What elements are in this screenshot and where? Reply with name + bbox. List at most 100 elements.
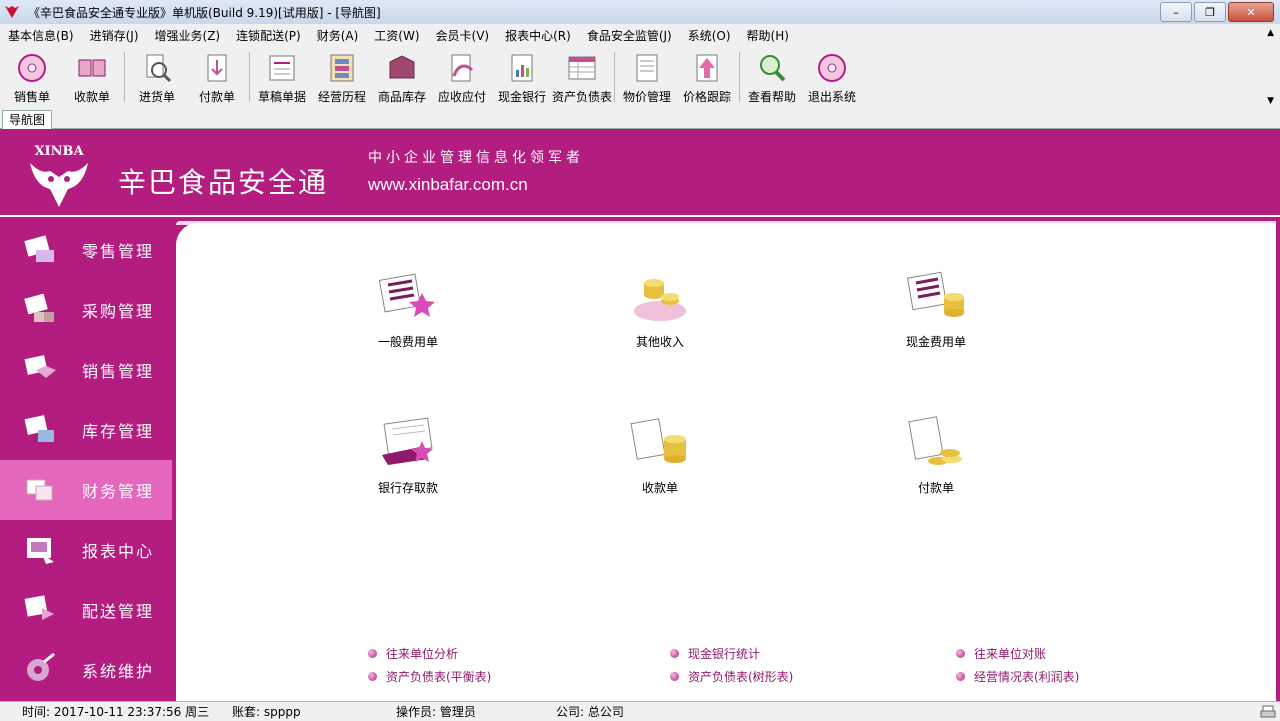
sidebar-item-report[interactable]: 报表中心 — [0, 520, 172, 580]
main-area: XINBA 辛巴食品安全通 中小企业管理信息化领军者 www.xinbafar.… — [0, 129, 1280, 701]
menu-finance[interactable]: 财务(A) — [309, 27, 367, 44]
receivable-icon — [451, 54, 474, 82]
window-title: 《辛巴食品安全通专业版》单机版(Build 9.19)[试用版] - [导航图] — [28, 5, 381, 20]
toolbar-balance-sheet-button[interactable]: 资产负债表 — [552, 52, 612, 105]
brand-name: 辛巴食品安全通 — [118, 166, 329, 199]
content-item-collection[interactable]: 收款单 — [600, 415, 720, 496]
toolbar-history-button[interactable]: 经营历程 — [312, 52, 372, 105]
sidebar-item-maintenance[interactable]: 系统维护 — [0, 640, 172, 700]
exit-icon — [818, 54, 846, 82]
toolbar-overflow-icon[interactable]: ▼ — [1267, 96, 1274, 106]
sales-order-icon — [18, 54, 46, 82]
cash-expense-icon — [906, 271, 964, 317]
menu-food-safety[interactable]: 食品安全监管(J) — [579, 27, 680, 44]
toolbar-exit-button[interactable]: 退出系统 — [802, 52, 862, 105]
stock-icon — [24, 415, 54, 442]
sales-icon — [24, 355, 56, 378]
content-item-general-expense[interactable]: 一般费用单 — [348, 269, 468, 350]
toolbar-payment-button[interactable]: 付款单 — [187, 52, 247, 105]
general-expense-icon — [378, 273, 435, 317]
menu-overflow-icon[interactable]: ▲ — [1267, 28, 1274, 38]
collection-icon — [630, 418, 686, 463]
sidebar-item-stock[interactable]: 库存管理 — [0, 400, 172, 460]
content-item-cash-expense[interactable]: 现金费用单 — [876, 269, 996, 350]
other-income-icon — [634, 279, 686, 321]
menu-help[interactable]: 帮助(H) — [739, 27, 797, 44]
status-account: 账套: spppp — [232, 705, 301, 719]
link-balance-sheet-tree[interactable]: 资产负债表(树形表) — [670, 668, 793, 685]
payment-icon — [207, 54, 227, 82]
procurement-icon — [24, 293, 54, 322]
toolbar: 销售单 收款单 进货单 付款单 草稿单据 经营历程 商品库存 应收应付 现金银行… — [0, 46, 1280, 108]
bullet-icon — [670, 672, 679, 681]
status-operator: 操作员: 管理员 — [396, 705, 476, 719]
link-balance-sheet-balanced[interactable]: 资产负债表(平衡表) — [368, 668, 491, 685]
toolbar-receipt-button[interactable]: 收款单 — [62, 52, 122, 105]
toolbar-sales-order-button[interactable]: 销售单 — [2, 52, 62, 105]
bullet-icon — [670, 649, 679, 658]
menu-bar: 基本信息(B) 进销存(J) 增强业务(Z) 连锁配送(P) 财务(A) 工资(… — [0, 24, 1280, 46]
svg-text:XINBA: XINBA — [34, 144, 84, 159]
toolbar-draft-button[interactable]: 草稿单据 — [252, 52, 312, 105]
help-icon — [760, 55, 786, 82]
sidebar: 零售管理 采购管理 销售管理 库存管理 财务管理 报表中心 配送管理 系统维护 — [0, 220, 172, 701]
bullet-icon — [368, 649, 377, 658]
delivery-icon — [24, 595, 54, 620]
xinba-logo-icon: XINBA — [30, 144, 88, 207]
menu-purchase-sales-stock[interactable]: 进销存(J) — [82, 27, 147, 44]
sidebar-item-delivery[interactable]: 配送管理 — [0, 580, 172, 640]
slogan: 中小企业管理信息化领军者 — [368, 150, 584, 166]
bullet-icon — [956, 672, 965, 681]
status-company: 公司: 总公司 — [556, 705, 624, 719]
sidebar-item-sales[interactable]: 销售管理 — [0, 340, 172, 400]
sidebar-item-finance[interactable]: 财务管理 — [0, 460, 172, 520]
toolbar-help-button[interactable]: 查看帮助 — [742, 52, 802, 105]
link-partner-analysis[interactable]: 往来单位分析 — [368, 645, 458, 662]
menu-report-center[interactable]: 报表中心(R) — [497, 27, 579, 44]
title-bar: 《辛巴食品安全通专业版》单机版(Build 9.19)[试用版] - [导航图]… — [0, 0, 1280, 24]
restore-button[interactable]: ❐ — [1194, 2, 1226, 22]
status-bar: 时间: 2017-10-11 23:37:56 周三 账套: spppp 操作员… — [0, 701, 1280, 721]
content-item-bank-deposit[interactable]: 银行存取款 — [348, 415, 468, 496]
link-cash-bank-stats[interactable]: 现金银行统计 — [670, 645, 760, 662]
content-item-other-income[interactable]: 其他收入 — [600, 269, 720, 350]
menu-basic-info[interactable]: 基本信息(B) — [0, 27, 82, 44]
status-time: 时间: 2017-10-11 23:37:56 周三 — [22, 705, 210, 719]
content-panel: 一般费用单 其他收入 现金费用单 银行存取款 收款单 付款单 往来单位分析 现金… — [176, 223, 1276, 701]
printer-icon[interactable] — [1260, 704, 1276, 720]
history-icon — [330, 54, 354, 82]
link-income-statement[interactable]: 经营情况表(利润表) — [956, 668, 1079, 685]
sidebar-item-retail[interactable]: 零售管理 — [0, 220, 172, 280]
tab-bar: 导航图 — [0, 108, 1280, 129]
toolbar-inventory-button[interactable]: 商品库存 — [372, 52, 432, 105]
toolbar-price-manage-button[interactable]: 物价管理 — [617, 52, 677, 105]
menu-enhanced-business[interactable]: 增强业务(Z) — [147, 27, 229, 44]
app-logo-icon — [5, 6, 19, 18]
inventory-icon — [389, 55, 415, 79]
receipt-icon — [78, 59, 106, 77]
minimize-button[interactable]: – — [1160, 2, 1192, 22]
banner: XINBA 辛巴食品安全通 中小企业管理信息化领军者 www.xinbafar.… — [0, 129, 1280, 217]
toolbar-price-track-button[interactable]: 价格跟踪 — [677, 52, 737, 105]
website-url: www.xinbafar.com.cn — [368, 175, 528, 194]
menu-system[interactable]: 系统(O) — [680, 27, 739, 44]
bullet-icon — [956, 649, 965, 658]
link-partner-reconciliation[interactable]: 往来单位对账 — [956, 645, 1046, 662]
menu-salary[interactable]: 工资(W) — [366, 27, 427, 44]
toolbar-cash-bank-button[interactable]: 现金银行 — [492, 52, 552, 105]
content-item-payment-voucher[interactable]: 付款单 — [876, 415, 996, 496]
cash-bank-icon — [511, 54, 533, 82]
price-manage-icon — [636, 54, 658, 82]
menu-chain-delivery[interactable]: 连锁配送(P) — [228, 27, 309, 44]
maintenance-icon — [27, 652, 55, 681]
retail-icon — [24, 235, 54, 262]
menu-member-card[interactable]: 会员卡(V) — [428, 27, 498, 44]
tab-navigation-map[interactable]: 导航图 — [2, 110, 53, 129]
sidebar-item-procurement[interactable]: 采购管理 — [0, 280, 172, 340]
toolbar-receivable-button[interactable]: 应收应付 — [432, 52, 492, 105]
toolbar-purchase-order-button[interactable]: 进货单 — [127, 52, 187, 105]
report-icon — [27, 538, 54, 564]
draft-icon — [269, 55, 295, 81]
bank-deposit-icon — [382, 417, 433, 465]
close-button[interactable]: ✕ — [1228, 2, 1274, 22]
